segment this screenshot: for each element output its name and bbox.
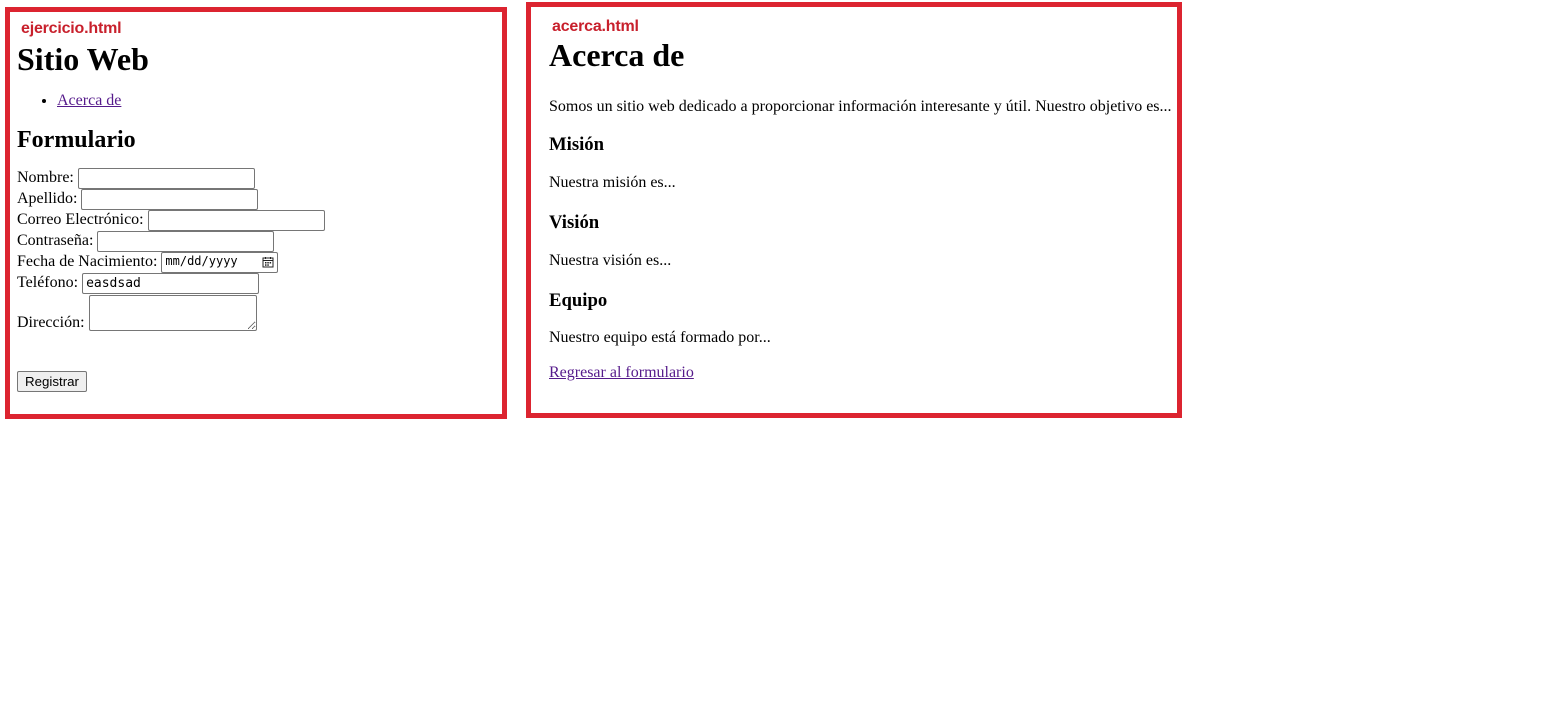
section-text-mision: Nuestra misión es... — [549, 173, 676, 191]
direccion-label: Dirección: — [17, 314, 85, 332]
intro-paragraph: Somos un sitio web dedicado a proporcion… — [549, 97, 1172, 115]
acerca-panel: acerca.html Acerca de Somos un sitio web… — [526, 2, 1182, 418]
telefono-input[interactable] — [82, 272, 260, 294]
direccion-row: Dirección: — [17, 294, 497, 332]
email-input[interactable] — [147, 209, 325, 231]
correo-row: Correo Electrónico: — [17, 209, 497, 231]
birthdate-input[interactable]: mm/dd/yyyy — [161, 251, 279, 273]
apellido-row: Apellido: — [17, 188, 497, 210]
nombre-input[interactable] — [77, 167, 255, 189]
file-label-ejercicio: ejercicio.html — [21, 20, 122, 37]
password-input[interactable] — [97, 230, 275, 252]
regresar-link[interactable]: Regresar al formulario — [549, 364, 694, 381]
form-spacer — [17, 331, 497, 371]
telefono-label: Teléfono: — [17, 274, 79, 292]
registrar-button[interactable]: Registrar — [17, 370, 87, 392]
calendar-icon[interactable] — [262, 256, 274, 268]
registration-form: Nombre: Apellido: Correo Electrónico: Co… — [17, 167, 497, 392]
section-text-equipo: Nuestro equipo está formado por... — [549, 329, 771, 347]
section-heading-vision: Visión — [549, 212, 600, 234]
date-placeholder: mm/dd/yyyy — [165, 254, 238, 269]
nombre-row: Nombre: — [17, 167, 497, 189]
nav-list: Acerca de — [17, 92, 497, 110]
acerca-page: Acerca de Somos un sitio web dedicado a … — [549, 37, 1177, 382]
ejercicio-panel: ejercicio.html Sitio Web Acerca de Formu… — [5, 7, 507, 419]
form-heading: Formulario — [17, 127, 136, 154]
nav-item: Acerca de — [57, 92, 497, 110]
correo-label: Correo Electrónico: — [17, 211, 144, 229]
section-heading-equipo: Equipo — [549, 289, 608, 311]
telefono-row: Teléfono: — [17, 272, 497, 294]
contrasena-label: Contraseña: — [17, 232, 94, 250]
page-title: Sitio Web — [17, 41, 149, 77]
acerca-de-link[interactable]: Acerca de — [57, 92, 121, 109]
apellido-label: Apellido: — [17, 190, 78, 208]
ejercicio-page: Sitio Web Acerca de Formulario Nombre: A… — [17, 41, 497, 392]
nombre-label: Nombre: — [17, 169, 74, 187]
fecha-row: Fecha de Nacimiento: mm/dd/yyyy — [17, 251, 497, 273]
contrasena-row: Contraseña: — [17, 230, 497, 252]
page-title: Acerca de — [549, 37, 685, 73]
section-text-vision: Nuestra visión es... — [549, 251, 672, 269]
direccion-textarea[interactable] — [88, 294, 257, 331]
file-label-acerca: acerca.html — [552, 18, 639, 35]
section-heading-mision: Misión — [549, 134, 605, 156]
fecha-label: Fecha de Nacimiento: — [17, 253, 158, 271]
apellido-input[interactable] — [81, 188, 259, 210]
